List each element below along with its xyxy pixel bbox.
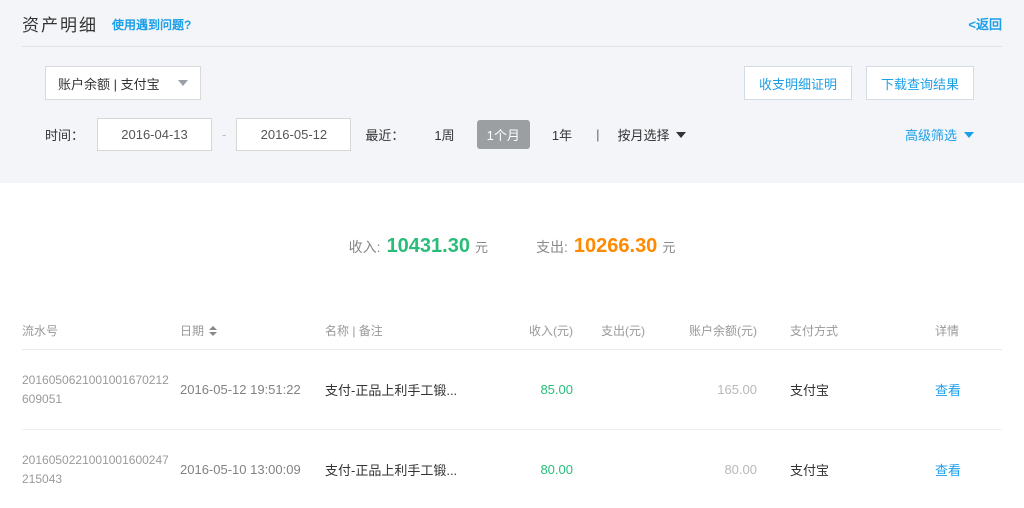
view-detail-link[interactable]: 查看 [935, 460, 1002, 479]
income-unit: 元 [475, 237, 488, 256]
income-amount: 80.00 [511, 462, 573, 477]
page-header: 资产明细 使用遇到问题? <返回 [22, 0, 1002, 47]
advanced-filter-label: 高级筛选 [905, 125, 957, 144]
date-range-dash: - [222, 127, 226, 142]
income-total: 10431.30 [387, 235, 470, 258]
expense-summary: 支出: 10266.30 元 [536, 235, 675, 258]
table-row: 2016050221001001600247215043 2016-05-10 … [22, 430, 1002, 508]
col-header-date-label: 日期 [180, 322, 204, 339]
table-row: 2016050621001001670212609051 2016-05-12 … [22, 350, 1002, 430]
help-link[interactable]: 使用遇到问题? [112, 16, 191, 33]
month-select-label: 按月选择 [617, 125, 669, 144]
expense-unit: 元 [662, 237, 675, 256]
payment-method: 支付宝 [757, 380, 935, 399]
time-filter-row: 时间： - 最近： 1周 1个月 1年 | 按月选择 高级筛选 [45, 118, 974, 151]
options-separator: | [596, 127, 599, 142]
serial-number: 2016050221001001600247215043 [22, 451, 170, 489]
income-amount: 85.00 [511, 382, 573, 397]
recent-option-1week[interactable]: 1周 [424, 120, 464, 149]
payment-method: 支付宝 [757, 460, 935, 479]
sort-icon [209, 326, 217, 336]
income-label: 收入: [349, 237, 381, 257]
expense-label: 支出: [536, 237, 568, 257]
table-header-row: 流水号 日期 名称 | 备注 收入(元) 支出(元) 账户余额(元) 支付方式 … [22, 312, 1002, 350]
summary-bar: 收入: 10431.30 元 支出: 10266.30 元 [0, 183, 1024, 258]
recent-option-1year[interactable]: 1年 [542, 120, 582, 149]
col-header-expense: 支出(元) [573, 322, 645, 339]
serial-number: 2016050621001001670212609051 [22, 371, 170, 409]
account-select[interactable]: 账户余额 | 支付宝 [45, 66, 201, 100]
col-header-income: 收入(元) [511, 322, 573, 339]
account-filter-row: 账户余额 | 支付宝 收支明细证明 下载查询结果 [45, 66, 974, 100]
transactions-table: 流水号 日期 名称 | 备注 收入(元) 支出(元) 账户余额(元) 支付方式 … [22, 312, 1002, 508]
advanced-filter-toggle[interactable]: 高级筛选 [905, 125, 974, 144]
transaction-date: 2016-05-10 13:00:09 [180, 462, 325, 477]
col-header-serial: 流水号 [22, 322, 180, 339]
transaction-name: 支付-正品上利手工锻... [325, 380, 511, 399]
page-title: 资产明细 [22, 11, 98, 36]
balance-amount: 165.00 [645, 382, 757, 397]
statement-certificate-button[interactable]: 收支明细证明 [744, 66, 852, 100]
account-select-value: 账户余额 | 支付宝 [58, 74, 160, 93]
balance-amount: 80.00 [645, 462, 757, 477]
recent-label: 最近： [365, 125, 404, 144]
transaction-name: 支付-正品上利手工锻... [325, 460, 511, 479]
col-header-name: 名称 | 备注 [325, 322, 511, 339]
view-detail-link[interactable]: 查看 [935, 380, 1002, 399]
back-link[interactable]: <返回 [968, 14, 1002, 33]
chevron-down-icon [178, 80, 188, 86]
recent-option-1month[interactable]: 1个月 [477, 120, 530, 149]
col-header-balance: 账户余额(元) [645, 322, 757, 339]
transaction-date: 2016-05-12 19:51:22 [180, 382, 325, 397]
month-select-dropdown[interactable]: 按月选择 [617, 125, 686, 144]
chevron-down-icon [964, 132, 974, 138]
chevron-down-icon [676, 132, 686, 138]
date-from-input[interactable] [97, 118, 212, 151]
col-header-method: 支付方式 [757, 322, 935, 339]
col-header-date[interactable]: 日期 [180, 322, 325, 339]
filter-panel: 资产明细 使用遇到问题? <返回 账户余额 | 支付宝 收支明细证明 下载查询结… [0, 0, 1024, 183]
income-summary: 收入: 10431.30 元 [349, 235, 488, 258]
date-to-input[interactable] [236, 118, 351, 151]
expense-total: 10266.30 [574, 235, 657, 258]
time-label: 时间： [45, 125, 84, 144]
col-header-detail: 详情 [935, 322, 1002, 339]
download-results-button[interactable]: 下载查询结果 [866, 66, 974, 100]
